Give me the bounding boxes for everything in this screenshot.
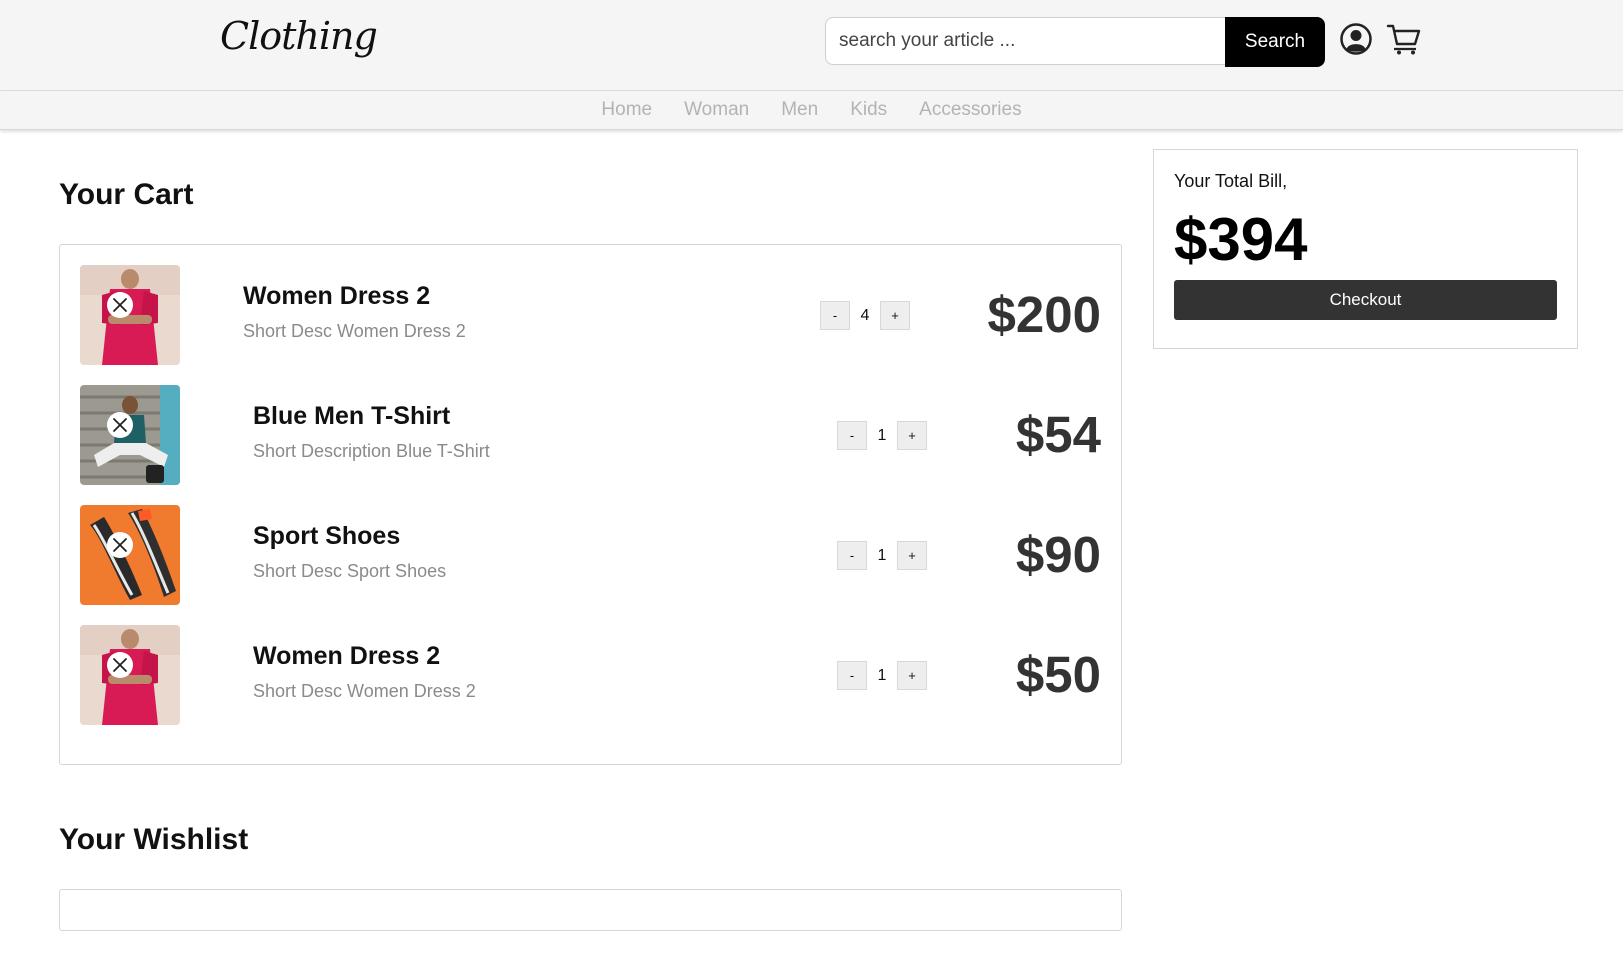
bill-label: Your Total Bill, — [1174, 171, 1288, 191]
user-icon[interactable] — [1340, 23, 1372, 55]
item-name: Women Dress 2 — [253, 642, 441, 670]
bill-total: $394 — [1174, 206, 1308, 273]
remove-item-button[interactable] — [107, 652, 133, 678]
product-image-pink-dress — [80, 625, 180, 725]
site-logo[interactable]: Clothing — [220, 14, 378, 58]
nav-item-kids[interactable]: Kids — [850, 99, 887, 121]
product-image-sport-shoes — [80, 505, 180, 605]
decrease-quantity-button[interactable]: - — [837, 661, 867, 690]
cart-icon[interactable] — [1386, 22, 1422, 56]
quantity-stepper: - 1 + — [837, 541, 927, 570]
decrease-quantity-button[interactable]: - — [820, 301, 850, 330]
item-name: Women Dress 2 — [243, 282, 431, 310]
site-header: Clothing Search — [0, 0, 1623, 91]
item-price: $200 — [987, 286, 1101, 343]
cart-item: Women Dress 2 Short Desc Women Dress 2 -… — [60, 245, 1121, 365]
quantity-value: 1 — [877, 426, 887, 444]
remove-item-button[interactable] — [107, 532, 133, 558]
quantity-stepper: - 1 + — [837, 421, 927, 450]
cart-item: Blue Men T-Shirt Short Description Blue … — [60, 365, 1121, 485]
checkout-button[interactable]: Checkout — [1174, 280, 1557, 320]
quantity-stepper: - 1 + — [837, 661, 927, 690]
item-name: Blue Men T-Shirt — [253, 402, 451, 430]
nav-item-woman[interactable]: Woman — [684, 99, 749, 121]
decrease-quantity-button[interactable]: - — [837, 421, 867, 450]
bill-summary: Your Total Bill, $394 Checkout — [1153, 149, 1578, 349]
quantity-value: 4 — [860, 306, 870, 324]
wishlist-list — [59, 889, 1122, 931]
increase-quantity-button[interactable]: + — [897, 421, 927, 450]
nav-item-accessories[interactable]: Accessories — [919, 99, 1021, 121]
item-description: Short Desc Sport Shoes — [253, 561, 447, 581]
close-icon — [113, 538, 127, 552]
close-icon — [113, 658, 127, 672]
item-price: $54 — [1015, 406, 1101, 463]
cart-list: Women Dress 2 Short Desc Women Dress 2 -… — [59, 244, 1122, 765]
quantity-stepper: - 4 + — [820, 301, 910, 330]
remove-item-button[interactable] — [107, 292, 133, 318]
close-icon — [113, 298, 127, 312]
increase-quantity-button[interactable]: + — [897, 661, 927, 690]
cart-item: Sport Shoes Short Desc Sport Shoes - 1 +… — [60, 485, 1121, 605]
item-description: Short Description Blue T-Shirt — [253, 441, 490, 461]
main-navigation: Home Woman Men Kids Accessories — [0, 91, 1623, 130]
item-price: $50 — [1015, 646, 1101, 703]
nav-item-home[interactable]: Home — [601, 99, 652, 121]
item-price: $90 — [1015, 526, 1101, 583]
wishlist-title: Your Wishlist — [59, 823, 249, 856]
decrease-quantity-button[interactable]: - — [837, 541, 867, 570]
increase-quantity-button[interactable]: + — [880, 301, 910, 330]
item-description: Short Desc Women Dress 2 — [253, 681, 476, 701]
cart-title: Your Cart — [59, 178, 194, 211]
close-icon — [113, 418, 127, 432]
quantity-value: 1 — [877, 666, 887, 684]
product-image-pink-dress — [80, 265, 180, 365]
nav-item-men[interactable]: Men — [781, 99, 818, 121]
remove-item-button[interactable] — [107, 412, 133, 438]
search-input[interactable] — [825, 17, 1225, 65]
cart-item: Women Dress 2 Short Desc Women Dress 2 -… — [60, 605, 1121, 725]
increase-quantity-button[interactable]: + — [897, 541, 927, 570]
item-description: Short Desc Women Dress 2 — [243, 321, 466, 341]
product-image-man-tshirt — [80, 385, 180, 485]
quantity-value: 1 — [877, 546, 887, 564]
search-button[interactable]: Search — [1225, 17, 1325, 67]
item-name: Sport Shoes — [253, 522, 401, 550]
